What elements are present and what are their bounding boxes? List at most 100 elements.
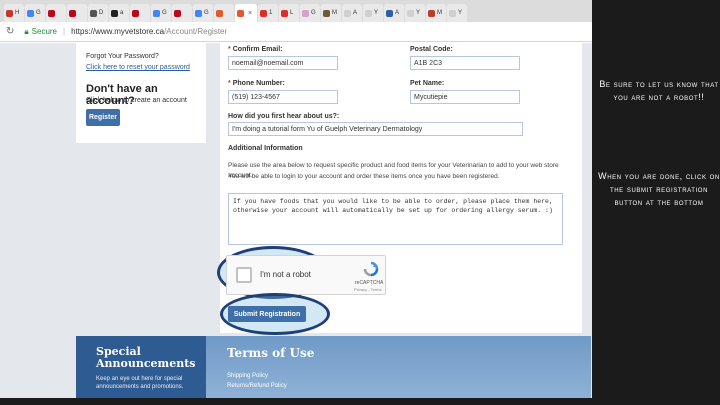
lock-icon: 🔒︎ (24, 26, 29, 36)
slide: H G Da G G × 1 L G M A Y A Y M Y ↻ 🔒︎ Secure | https://… (0, 0, 720, 405)
tab-favicon-icon (344, 9, 351, 17)
browser-tab[interactable]: Y (363, 4, 383, 22)
required-mark: * (228, 80, 231, 87)
forgot-password-title: Forgot Your Password? (86, 53, 159, 60)
terms-of-use-heading: Terms of Use (227, 346, 315, 360)
tab-label: M (332, 10, 337, 16)
tab-favicon-icon (174, 9, 181, 17)
tab-label: G (311, 10, 316, 16)
tab-label: L (290, 10, 294, 16)
register-button[interactable]: Register (86, 109, 120, 126)
secure-label: Secure (31, 27, 58, 36)
announcements-heading: Special Announcements (96, 345, 196, 370)
submit-registration-button[interactable]: Submit Registration (228, 306, 306, 322)
browser-tab-active[interactable]: × (235, 4, 257, 22)
tab-favicon-icon (216, 9, 223, 17)
postal-code-label: Postal Code: (410, 46, 453, 53)
tab-favicon-icon (281, 9, 288, 17)
reload-icon[interactable]: ↻ (6, 26, 14, 37)
tab-close-icon[interactable]: × (248, 10, 252, 17)
address-bar[interactable]: ↻ 🔒︎ Secure | https://www.myvetstore.ca/… (0, 22, 592, 42)
recaptcha-widget: I'm not a robot reCAPTCHA Privacy - Term… (226, 255, 386, 295)
browser-tab[interactable] (67, 4, 87, 22)
tab-favicon-icon (153, 9, 160, 17)
tab-label: D (99, 10, 104, 16)
browser-tab[interactable]: A (342, 4, 362, 22)
recaptcha-logo-icon (363, 261, 379, 277)
browser-tab[interactable]: A (384, 4, 404, 22)
browser-tab[interactable]: a (109, 4, 129, 22)
additional-info-text-2: You will be able to login to your accoun… (228, 173, 500, 180)
tab-label: G (36, 10, 41, 16)
url-path: /Account/Register (164, 27, 228, 36)
browser-tab[interactable] (172, 4, 192, 22)
registration-form: * Confirm Email: noemail@noemail.com Post… (217, 43, 582, 335)
tab-label: A (395, 10, 400, 16)
pet-name-label: Pet Name: (410, 80, 445, 87)
tab-label: 1 (269, 10, 273, 16)
textarea-line-2: otherwise your account will automaticall… (233, 207, 553, 214)
phone-label-text: Phone Number: (232, 80, 285, 87)
confirm-email-field[interactable]: noemail@noemail.com (228, 56, 338, 70)
tab-favicon-icon (260, 9, 267, 17)
url-host: https://www.myvetstore.ca (71, 27, 165, 36)
tab-favicon-icon (449, 9, 456, 17)
caption-robot-instruction: Be sure to let us know that you are not … (599, 79, 719, 102)
returns-policy-link[interactable]: Returns/Refund Policy (227, 383, 287, 389)
heard-about-label: How did you first hear about us?: (228, 113, 340, 120)
browser-tab[interactable]: Y (447, 4, 467, 22)
phone-label: * Phone Number: (228, 80, 285, 87)
browser-screenshot: H G Da G G × 1 L G M A Y A Y M Y ↻ 🔒︎ Secure | https://… (0, 0, 592, 398)
tab-favicon-icon (428, 9, 435, 17)
url-separator: | (63, 27, 66, 36)
caption-submit-instruction: When you are done, click on the submit r… (598, 171, 720, 207)
postal-code-field[interactable]: A1B 2C3 (410, 56, 520, 70)
web-page: Forgot Your Password? Click here to rese… (0, 43, 592, 398)
announcements-panel: Special Announcements Keep an eye out he… (76, 336, 206, 398)
tab-favicon-icon (48, 9, 55, 17)
tab-favicon-icon (386, 9, 393, 17)
tab-favicon-icon (132, 9, 139, 17)
tab-label: G (162, 10, 167, 16)
tab-favicon-icon (407, 9, 414, 17)
browser-tab[interactable]: M (321, 4, 341, 22)
account-sidebar-card: Forgot Your Password? Click here to rese… (76, 43, 206, 143)
pet-name-field[interactable]: Mycutiepie (410, 90, 520, 104)
tab-label: M (437, 10, 442, 16)
announcements-text: Keep an eye out here for special announc… (96, 376, 184, 390)
tab-label: G (204, 10, 209, 16)
site-footer: Special Announcements Keep an eye out he… (76, 336, 591, 398)
browser-tab[interactable]: G (300, 4, 320, 22)
tab-favicon-icon (365, 9, 372, 17)
tab-strip: H G Da G G × 1 L G M A Y A Y M Y (0, 0, 592, 22)
recaptcha-checkbox[interactable] (236, 267, 252, 283)
browser-tab[interactable]: G (193, 4, 213, 22)
recaptcha-brand: reCAPTCHA (355, 280, 384, 286)
shipping-policy-link[interactable]: Shipping Policy (227, 373, 268, 379)
browser-tab[interactable]: M (426, 4, 446, 22)
tab-favicon-icon (323, 9, 330, 17)
confirm-email-label: * Confirm Email: (228, 46, 283, 53)
additional-info-heading: Additional Information (228, 145, 303, 152)
phone-field[interactable]: (519) 123-4567 (228, 90, 338, 104)
browser-tab[interactable] (214, 4, 234, 22)
browser-tab[interactable]: L (279, 4, 299, 22)
browser-tab[interactable]: G (151, 4, 171, 22)
tab-label: H (15, 10, 20, 16)
tab-favicon-icon (6, 9, 13, 17)
browser-tab[interactable] (46, 4, 66, 22)
reset-password-link[interactable]: Click here to reset your password (86, 64, 190, 71)
heard-about-field[interactable]: I'm doing a tutorial form Yu of Guelph V… (228, 122, 523, 136)
url-text[interactable]: https://www.myvetstore.ca/Account/Regist… (71, 27, 227, 36)
tab-label: a (120, 10, 124, 16)
browser-tab[interactable]: D (88, 4, 108, 22)
browser-tab[interactable]: H (4, 4, 24, 22)
recaptcha-privacy-terms[interactable]: Privacy - Terms (354, 287, 381, 292)
browser-tab[interactable]: 1 (258, 4, 278, 22)
tab-favicon-icon (302, 9, 309, 17)
browser-tab[interactable]: G (25, 4, 45, 22)
browser-tab[interactable]: Y (405, 4, 425, 22)
product-request-textarea[interactable]: If you have foods that you would like to… (228, 193, 563, 245)
required-mark: * (228, 46, 231, 53)
browser-tab[interactable] (130, 4, 150, 22)
